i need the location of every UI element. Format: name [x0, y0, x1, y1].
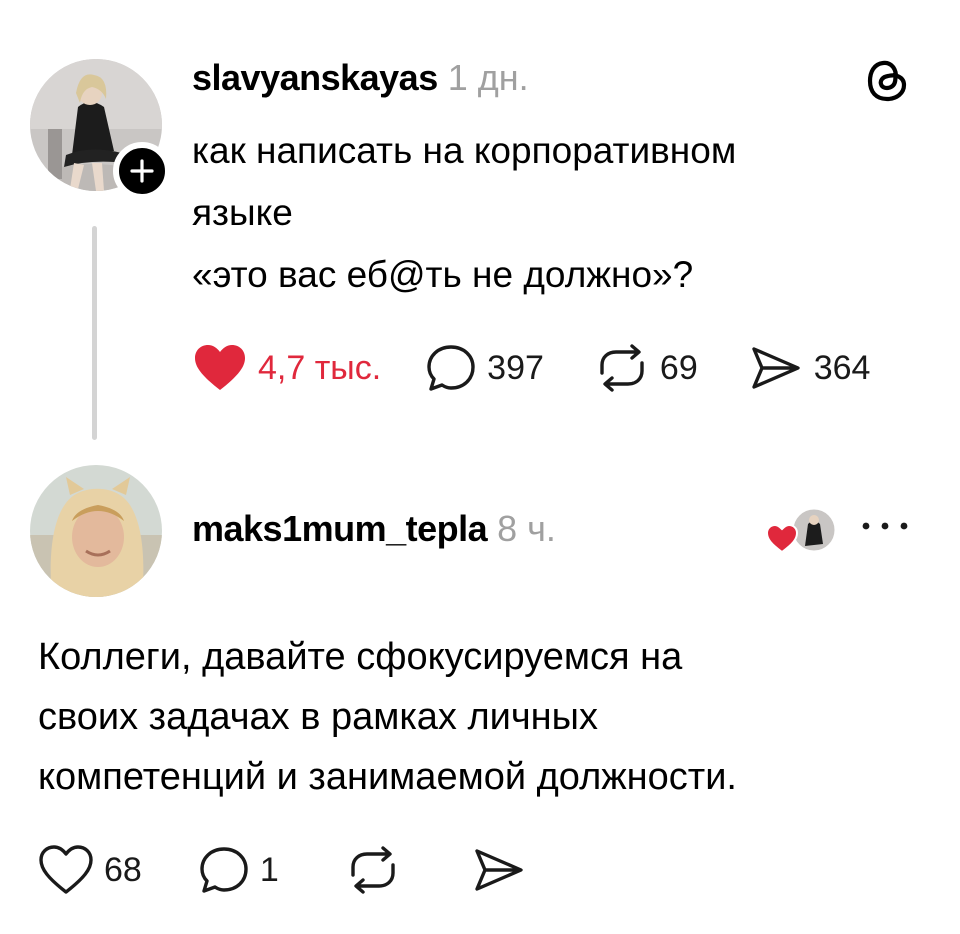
share-button[interactable]	[471, 845, 527, 895]
comment-count: 397	[487, 348, 544, 387]
timestamp: 8 ч.	[497, 508, 556, 549]
repost-button[interactable]	[345, 845, 401, 895]
timestamp: 1 дн.	[447, 57, 529, 98]
heart-icon	[195, 345, 245, 390]
post-header: slavyanskayas 1 дн.	[192, 57, 529, 99]
post-text-line: своих задачах в рамках личных	[38, 696, 598, 738]
like-button[interactable]: 4,7 тыс.	[192, 343, 381, 393]
post-text-line: компетенций и занимаемой должности.	[38, 756, 737, 798]
repost-button[interactable]: 69	[594, 343, 698, 393]
avatar[interactable]	[30, 465, 162, 597]
heart-icon	[39, 845, 93, 894]
share-count: 364	[813, 348, 871, 387]
comment-button[interactable]: 397	[425, 343, 544, 393]
like-button[interactable]: 68	[38, 845, 142, 895]
repost-icon	[600, 344, 644, 392]
repost-count: 69	[659, 348, 698, 387]
plus-icon	[130, 159, 154, 183]
post-text-line: Коллеги, давайте сфокусируемся на	[38, 636, 683, 678]
like-count: 68	[104, 850, 142, 889]
post-header: maks1mum_tepla 8 ч.	[192, 508, 556, 550]
post-text-line: «это вас еб@ть не должно»?	[192, 254, 694, 295]
follow-button[interactable]	[113, 142, 171, 200]
post-text-line: как написать на корпоративном	[192, 130, 737, 171]
share-button[interactable]: 364	[748, 343, 871, 393]
username[interactable]: slavyanskayas	[192, 57, 438, 98]
more-dots-icon	[862, 522, 908, 530]
comment-bubble-icon	[427, 345, 475, 391]
username[interactable]: maks1mum_tepla	[192, 508, 488, 549]
action-bar: 68 1	[38, 845, 527, 895]
thread-line	[92, 226, 97, 440]
like-count: 4,7 тыс.	[258, 348, 382, 387]
comment-button[interactable]: 1	[198, 845, 279, 895]
post-text: Коллеги, давайте сфокусируемся на своих …	[38, 627, 928, 807]
send-icon	[752, 347, 800, 389]
action-bar: 4,7 тыс. 397 69 364	[192, 343, 870, 393]
threads-icon[interactable]	[862, 55, 912, 105]
more-options-button[interactable]	[860, 518, 910, 539]
post-text: как написать на корпоративном языке «это…	[192, 120, 932, 306]
repost-icon	[351, 846, 395, 894]
comment-count: 1	[259, 850, 279, 889]
comment-bubble-icon	[200, 847, 248, 893]
post-text-line: языке	[192, 192, 293, 233]
send-icon	[475, 849, 523, 891]
liked-by-author-indicator	[765, 506, 838, 556]
